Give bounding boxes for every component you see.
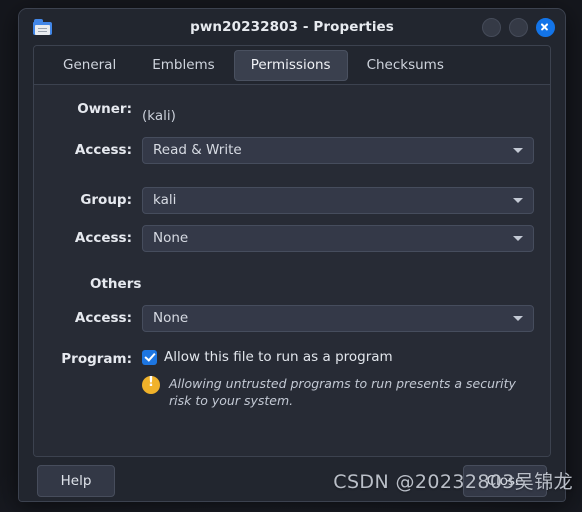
owner-access-row: Read & Write — [142, 131, 534, 169]
group-value: kali — [153, 192, 177, 208]
folder-icon — [33, 18, 53, 36]
program-section: Allow this file to run as a program Allo… — [142, 349, 534, 410]
allow-execute-label: Allow this file to run as a program — [164, 349, 393, 365]
chevron-down-icon — [513, 198, 523, 203]
allow-execute-checkbox[interactable] — [142, 349, 157, 365]
tab-emblems[interactable]: Emblems — [135, 50, 232, 81]
minimize-button[interactable] — [482, 17, 501, 37]
owner-label: Owner: — [77, 101, 132, 117]
permissions-page: Owner: (kali) Access: Read & Write Group… — [34, 85, 550, 456]
close-window-button[interactable] — [536, 17, 555, 37]
others-access-combobox[interactable]: None — [142, 304, 534, 332]
program-checkbox-row[interactable]: Allow this file to run as a program — [142, 349, 534, 365]
close-button[interactable]: Close — [463, 465, 547, 497]
chevron-down-icon — [513, 236, 523, 241]
owner-value: (kali) — [142, 108, 176, 124]
others-access-label: Access: — [74, 310, 132, 326]
chevron-down-icon — [513, 148, 523, 153]
tab-permissions[interactable]: Permissions — [233, 50, 348, 81]
window-titlebar[interactable]: pwn20232803 - Properties — [19, 9, 565, 45]
group-access-row: None — [142, 219, 534, 257]
group-label: Group: — [80, 192, 132, 208]
group-row: kali — [142, 181, 534, 219]
chevron-down-icon — [513, 316, 523, 321]
owner-access-label: Access: — [74, 142, 132, 158]
others-access-value: None — [153, 310, 189, 326]
tab-general[interactable]: General — [46, 50, 133, 81]
warning-text: Allowing untrusted programs to run prese… — [169, 376, 516, 409]
tab-bar: General Emblems Permissions Checksums — [34, 46, 550, 85]
properties-notebook: General Emblems Permissions Checksums Ow… — [33, 45, 551, 457]
warning-icon — [142, 375, 160, 394]
owner-access-value: Read & Write — [153, 142, 242, 158]
permissions-grid: Owner: (kali) Access: Read & Write Group… — [50, 101, 534, 410]
help-button[interactable]: Help — [37, 465, 115, 497]
group-access-combobox[interactable]: None — [142, 224, 534, 252]
properties-window: pwn20232803 - Properties General Emblems… — [18, 8, 566, 502]
maximize-button[interactable] — [509, 17, 528, 37]
others-label: Others — [90, 276, 142, 292]
group-combobox[interactable]: kali — [142, 186, 534, 214]
others-access-row: None — [142, 299, 534, 337]
group-access-label: Access: — [74, 230, 132, 246]
tab-checksums[interactable]: Checksums — [350, 50, 461, 81]
owner-access-combobox[interactable]: Read & Write — [142, 136, 534, 164]
program-warning: Allowing untrusted programs to run prese… — [142, 375, 534, 410]
dialog-action-bar: Help Close — [19, 457, 565, 501]
program-label: Program: — [61, 351, 132, 367]
window-controls — [482, 17, 555, 37]
group-access-value: None — [153, 230, 189, 246]
